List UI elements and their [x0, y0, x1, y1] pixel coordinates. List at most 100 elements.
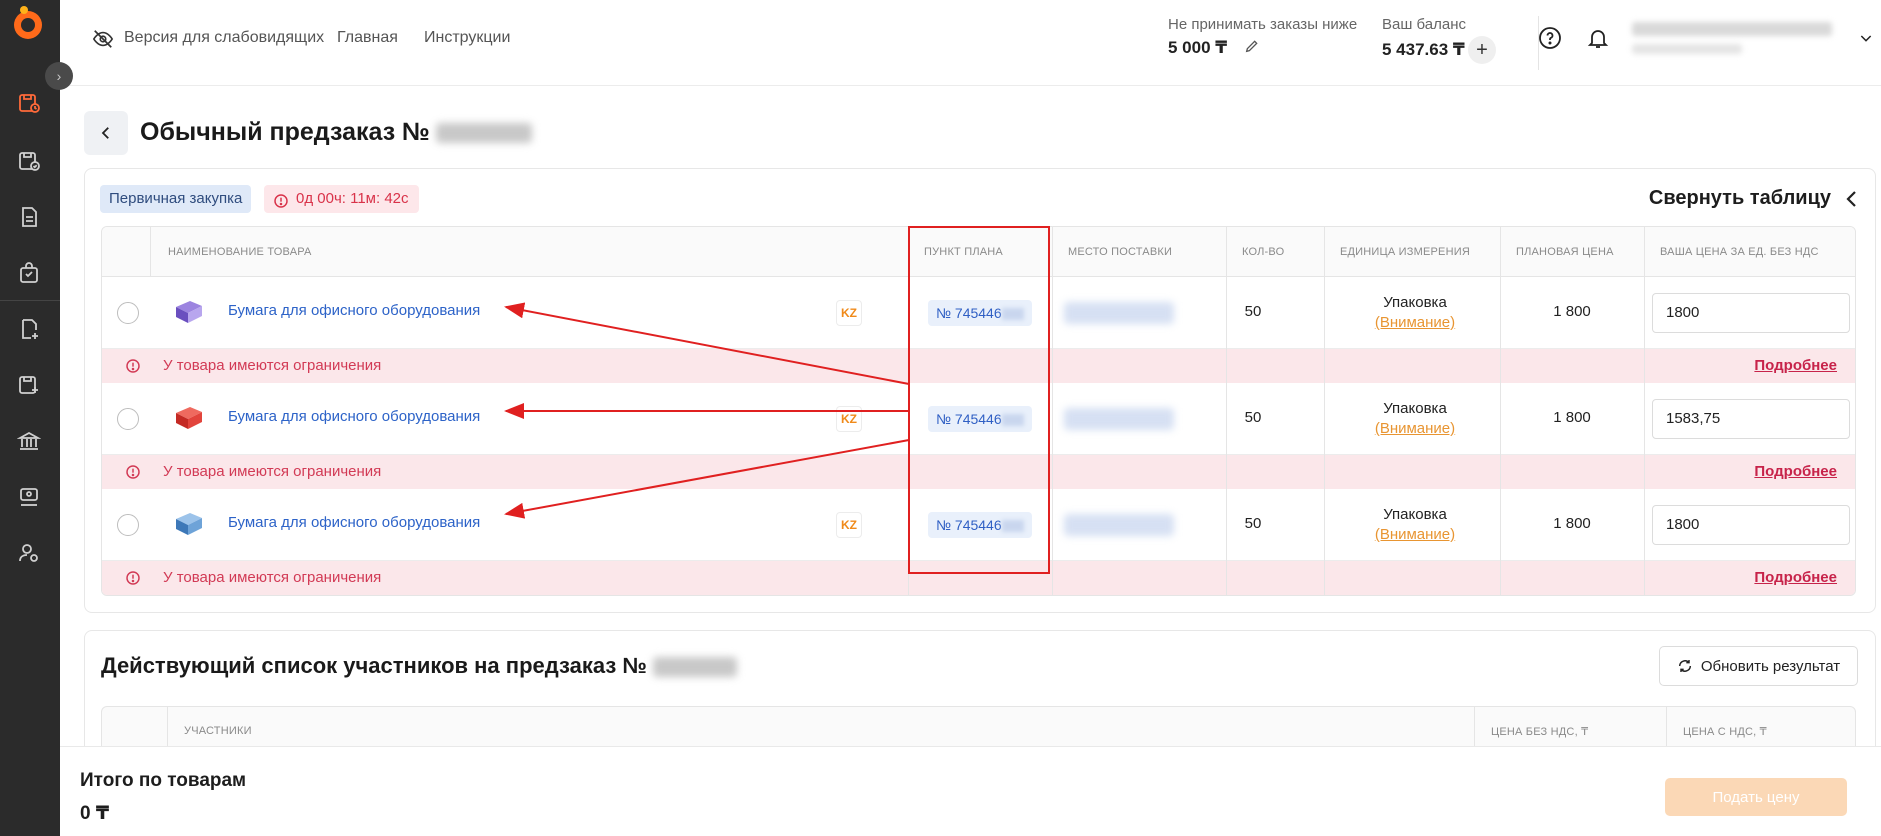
- alert-circle-icon: [125, 570, 141, 591]
- chevron-down-icon[interactable]: [1858, 30, 1874, 51]
- purchase-type-badge: Первичная закупка: [100, 185, 252, 213]
- restriction-text: У товара имеются ограничения: [163, 357, 382, 374]
- col-price-no-vat: ЦЕНА БЕЗ НДС, ₸: [1491, 726, 1589, 738]
- alert-circle-icon: [125, 464, 141, 485]
- refresh-results-button[interactable]: Обновить результат: [1659, 646, 1858, 686]
- unit-attention-link[interactable]: (Внимание): [1375, 526, 1455, 543]
- kz-origin-badge: KZ: [836, 512, 862, 538]
- sidebar-expand-button[interactable]: ›: [45, 62, 73, 90]
- unit-attention-link[interactable]: (Внимание): [1375, 420, 1455, 437]
- alert-circle-icon: [125, 358, 141, 379]
- col-divider: [150, 227, 151, 277]
- product-thumbnail: [172, 401, 204, 433]
- unit-value: Упаковка: [1383, 294, 1447, 311]
- collapse-table-label: Свернуть таблицу: [1648, 187, 1831, 209]
- restriction-warning: У товара имеются ограничения Подробнее: [102, 455, 1855, 489]
- product-thumbnail: [172, 507, 204, 539]
- back-button[interactable]: [84, 111, 128, 155]
- product-name-link[interactable]: Бумага для офисного оборудования: [228, 514, 480, 531]
- summary-footer: [60, 746, 1881, 836]
- qty-value: 50: [1244, 515, 1262, 532]
- col-divider: [1644, 227, 1645, 595]
- eye-off-icon[interactable]: [92, 28, 114, 55]
- plan-price-value: 1 800: [1553, 515, 1591, 532]
- bag-icon[interactable]: [16, 260, 42, 286]
- add-order-icon[interactable]: [16, 372, 42, 398]
- delivery-place-blurred: [1064, 302, 1174, 324]
- your-price-input[interactable]: 1800: [1652, 293, 1850, 333]
- collapse-table-button[interactable]: Свернуть таблицу: [1649, 187, 1859, 210]
- col-price-vat: ЦЕНА С НДС, ₸: [1683, 726, 1767, 738]
- unit-attention-link[interactable]: (Внимание): [1375, 314, 1455, 331]
- col-your-price: ВАША ЦЕНА ЗА ЕД. БЕЗ НДС: [1660, 246, 1819, 258]
- product-name-link[interactable]: Бумага для офисного оборудования: [228, 302, 480, 319]
- row-radio[interactable]: [117, 514, 139, 536]
- restriction-text: У товара имеются ограничения: [163, 463, 382, 480]
- user-settings-icon[interactable]: [16, 540, 42, 566]
- row-radio[interactable]: [117, 302, 139, 324]
- preorder-number-blurred: [652, 657, 737, 678]
- completed-orders-icon[interactable]: [16, 148, 42, 174]
- min-order-value: 5 000 ₸: [1168, 38, 1228, 57]
- table-row: Бумага для офисного оборудования KZ № 74…: [102, 277, 1855, 349]
- product-name-link[interactable]: Бумага для офисного оборудования: [228, 408, 480, 425]
- delivery-place-blurred: [1064, 514, 1174, 536]
- kz-origin-badge: KZ: [836, 406, 862, 432]
- accessibility-link[interactable]: Версия для слабовидящих: [124, 29, 324, 47]
- refresh-label: Обновить результат: [1700, 657, 1841, 675]
- col-divider: [1500, 227, 1501, 595]
- restriction-warning: У товара имеются ограничения Подробнее: [102, 561, 1855, 595]
- top-bar: Версия для слабовидящих Главная Инструкц…: [60, 0, 1881, 86]
- support-icon[interactable]: [16, 484, 42, 510]
- details-link[interactable]: Подробнее: [1754, 357, 1837, 374]
- col-divider: [1324, 227, 1325, 595]
- plan-item-text: № 745446: [936, 517, 1002, 533]
- your-price-input[interactable]: 1583,75: [1652, 399, 1850, 439]
- details-link[interactable]: Подробнее: [1754, 569, 1837, 586]
- qty-value: 50: [1244, 409, 1262, 426]
- add-document-icon[interactable]: [16, 316, 42, 342]
- nav-home-link[interactable]: Главная: [337, 29, 398, 47]
- unit-cell: Упаковка (Внимание): [1338, 399, 1492, 439]
- col-divider: [908, 227, 909, 595]
- col-participants: УЧАСТНИКИ: [184, 725, 252, 737]
- plan-item-text: № 745446: [936, 305, 1002, 321]
- help-icon[interactable]: [1538, 26, 1562, 55]
- your-price-input[interactable]: 1800: [1652, 505, 1850, 545]
- plan-item-blurred: [1001, 520, 1024, 533]
- bank-icon[interactable]: [16, 428, 42, 454]
- table-header: НАИМЕНОВАНИЕ ТОВАРА ПУНКТ ПЛАНА МЕСТО ПО…: [102, 227, 1855, 277]
- preorder-number-blurred: [435, 123, 532, 144]
- nav-instructions-link[interactable]: Инструкции: [424, 29, 510, 47]
- plan-item-link[interactable]: № 745446: [928, 406, 1032, 432]
- qty-value: 50: [1244, 303, 1262, 320]
- orders-icon[interactable]: [16, 90, 42, 116]
- row-radio[interactable]: [117, 408, 139, 430]
- page-title: Обычный предзаказ №: [140, 118, 532, 147]
- plan-item-link[interactable]: № 745446: [928, 300, 1032, 326]
- plan-item-link[interactable]: № 745446: [928, 512, 1032, 538]
- details-link[interactable]: Подробнее: [1754, 463, 1837, 480]
- col-divider: [1226, 227, 1227, 595]
- submit-price-button[interactable]: Подать цену: [1665, 778, 1847, 816]
- logo-icon[interactable]: [9, 4, 47, 42]
- bell-icon[interactable]: [1586, 26, 1610, 55]
- unit-cell: Упаковка (Внимание): [1338, 293, 1492, 333]
- delivery-place-blurred: [1064, 408, 1174, 430]
- col-divider: [1052, 227, 1053, 595]
- document-icon[interactable]: [16, 204, 42, 230]
- edit-pencil-icon[interactable]: [1244, 38, 1260, 59]
- table-row: Бумага для офисного оборудования KZ № 74…: [102, 383, 1855, 455]
- user-menu[interactable]: [1632, 22, 1832, 54]
- balance-label: Ваш баланс: [1382, 16, 1467, 33]
- user-id-blurred: [1632, 44, 1742, 54]
- plan-item-blurred: [1001, 308, 1024, 321]
- balance-value: 5 437.63 ₸: [1382, 40, 1465, 59]
- unit-cell: Упаковка (Внимание): [1338, 505, 1492, 545]
- restriction-text: У товара имеются ограничения: [163, 569, 382, 586]
- alert-circle-icon: [273, 191, 289, 219]
- restriction-warning: У товара имеются ограничения Подробнее: [102, 349, 1855, 383]
- add-balance-button[interactable]: +: [1468, 36, 1496, 64]
- col-unit: ЕДИНИЦА ИЗМЕРЕНИЯ: [1340, 246, 1470, 258]
- plan-item-blurred: [1001, 414, 1024, 427]
